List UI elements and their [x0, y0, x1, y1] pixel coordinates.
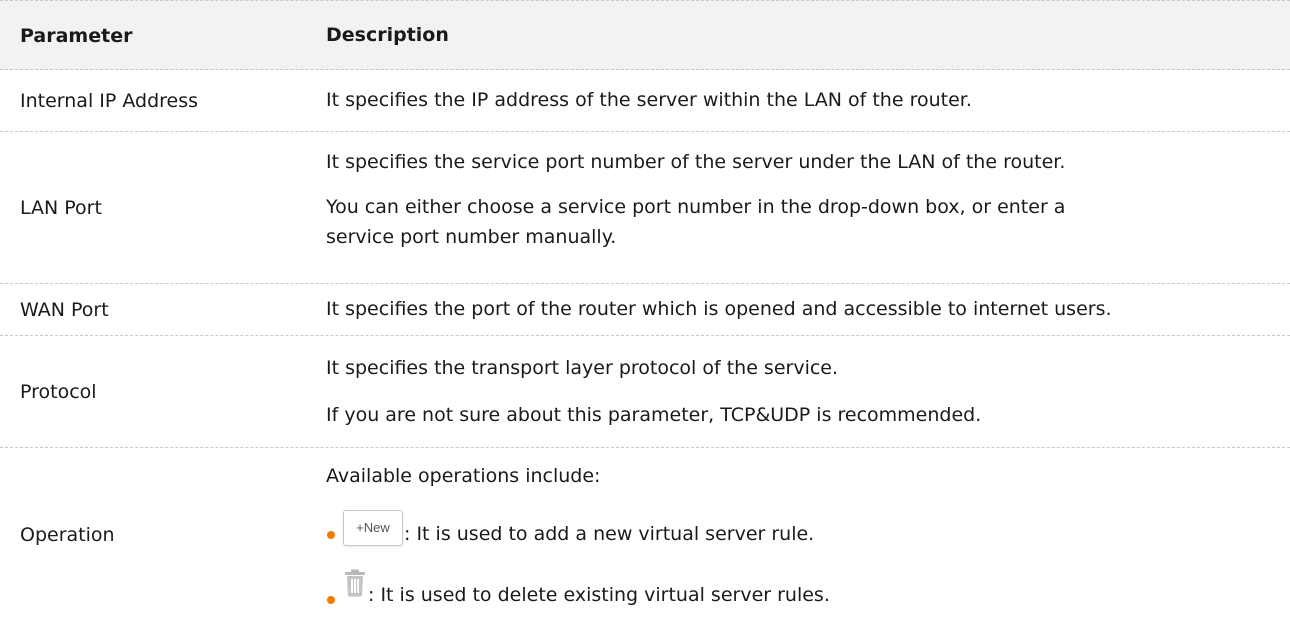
operation-text: : It is used to add a new virtual server…: [404, 523, 815, 545]
table-row: Operation Available operations include: …: [0, 448, 1290, 642]
table-header: Parameter Description: [0, 0, 1290, 70]
param-name: Protocol: [20, 381, 97, 403]
param-name: LAN Port: [20, 197, 102, 219]
table-row: Protocol It specifies the transport laye…: [0, 336, 1290, 448]
param-name: WAN Port: [20, 299, 109, 321]
param-description: Available operations include: +New : It …: [326, 448, 1274, 642]
operations-intro: Available operations include:: [326, 465, 601, 487]
table-row: Internal IP Address It specifies the IP …: [0, 70, 1290, 132]
bullet-icon: [327, 596, 335, 604]
param-name: Operation: [20, 524, 115, 546]
table-row: WAN Port It specifies the port of the ro…: [0, 284, 1290, 336]
bullet-icon: [327, 531, 335, 539]
param-name: Internal IP Address: [20, 90, 199, 112]
table-row: LAN Port It specifies the service port n…: [0, 132, 1290, 284]
new-button[interactable]: +New: [343, 510, 403, 546]
trash-icon[interactable]: [343, 569, 367, 597]
operation-text: : It is used to delete existing virtual …: [368, 584, 830, 606]
header-parameter: Parameter: [20, 25, 133, 47]
